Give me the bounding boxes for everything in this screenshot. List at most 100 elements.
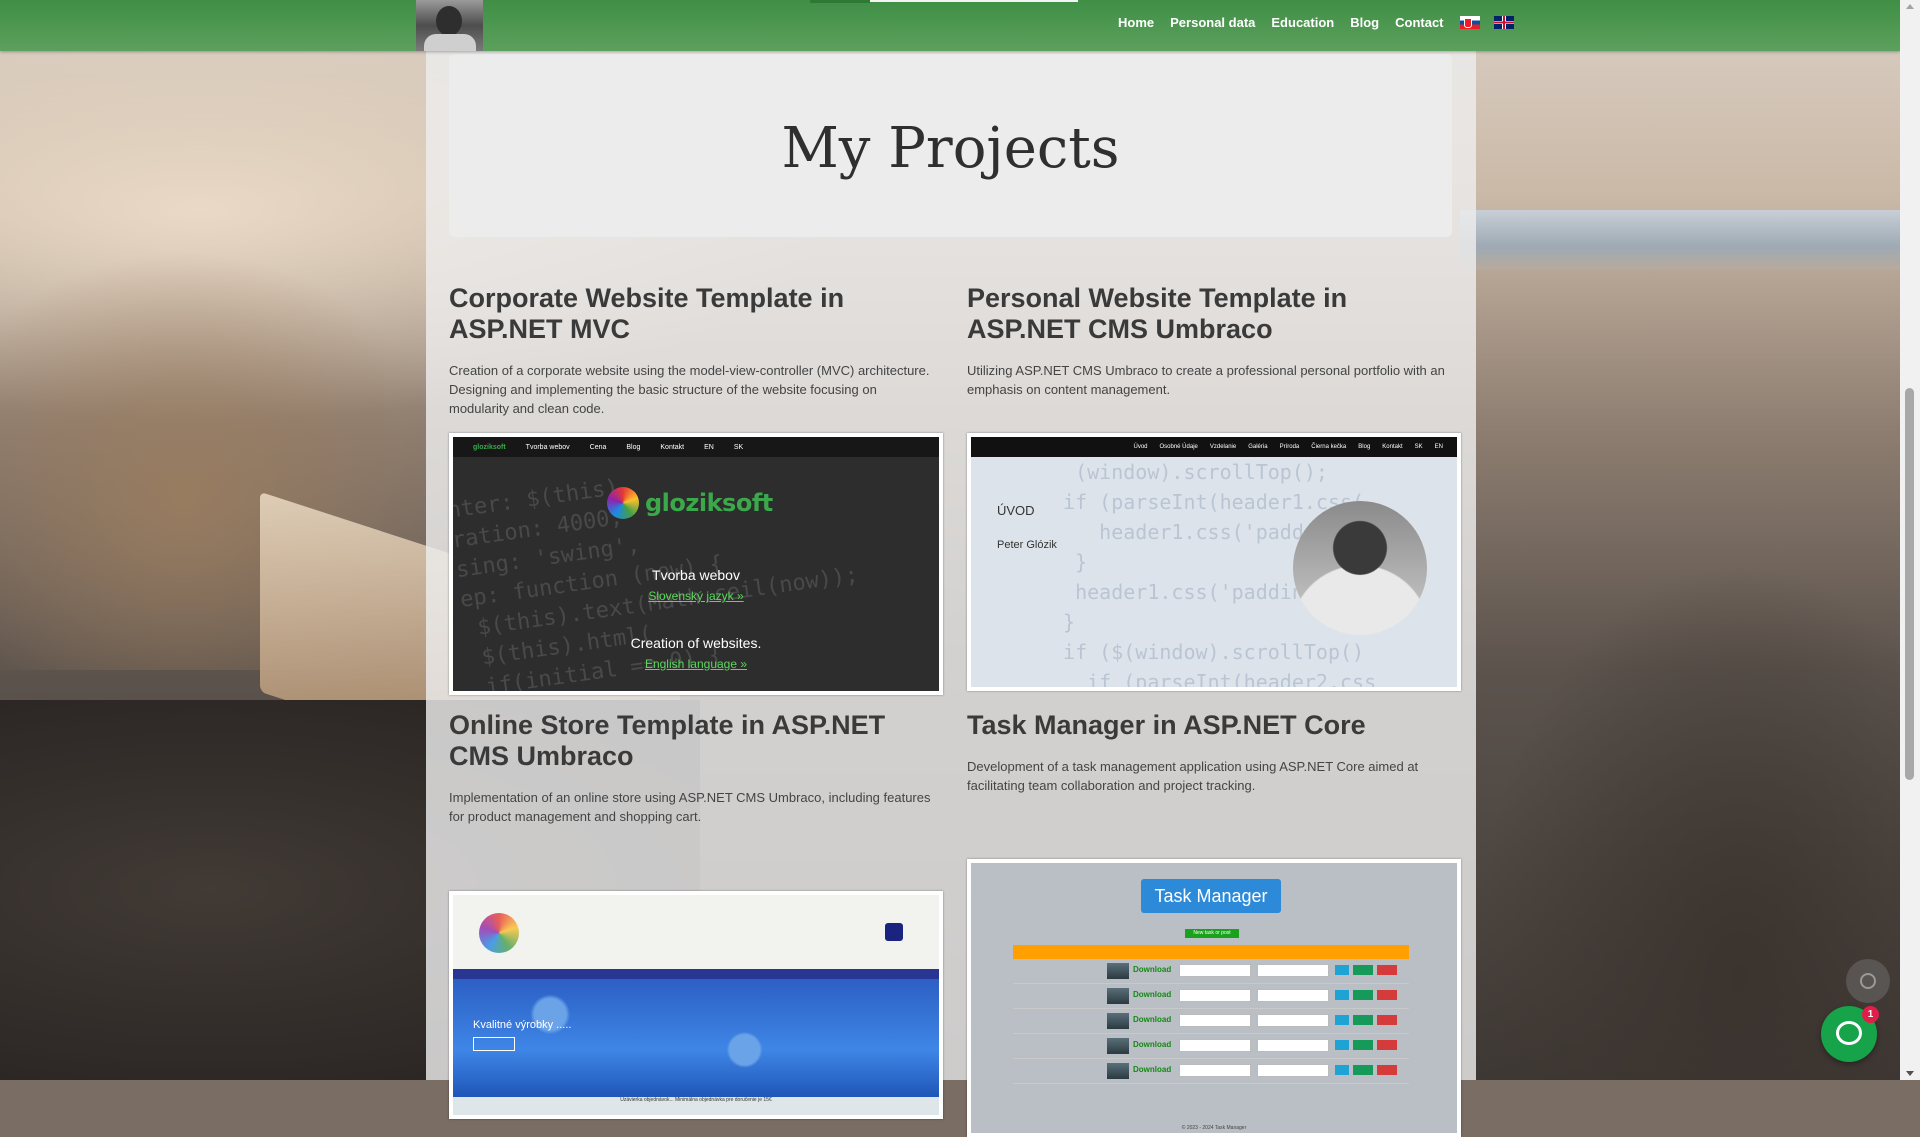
nav-indicator (810, 0, 870, 3)
store-hero-text: Kvalitné výrobky ..... (473, 1019, 572, 1031)
delete-button (1377, 965, 1397, 975)
table-row: Download (1013, 959, 1409, 984)
page-title: My Projects (781, 116, 1120, 181)
task-table: Download Download Download Download Down… (1013, 945, 1409, 1084)
project-screenshot-store[interactable]: Kvalitné výrobky ..... Uzávierka objedná… (449, 891, 943, 1119)
scroll-up-arrow-icon[interactable] (1906, 4, 1914, 9)
store-menu-bar (453, 969, 939, 979)
screenshot-link-sk: Slovenský jazyk » (648, 589, 744, 603)
notes-cell (1257, 964, 1329, 977)
avatar[interactable] (416, 0, 483, 51)
edit-button (1335, 1015, 1349, 1025)
project-title: Corporate Website Template in ASP.NET MV… (449, 283, 845, 344)
avatar-head (436, 6, 462, 36)
english-flag-icon[interactable] (1493, 16, 1514, 29)
screenshot-menu-item: Príroda (1279, 444, 1300, 450)
nav-education[interactable]: Education (1271, 14, 1334, 32)
task-cell (1179, 1014, 1251, 1027)
screenshot-menu-item: Čierna kečka (1311, 444, 1347, 450)
file-thumbnail (1107, 1063, 1129, 1079)
project-card-corporate: Corporate Website Template in ASP.NET MV… (449, 283, 939, 418)
portrait-photo (1293, 501, 1427, 635)
details-button (1353, 965, 1373, 975)
screenshot-menu-item: EN (704, 443, 714, 451)
project-description: Implementation of an online store using … (449, 790, 931, 824)
chat-notification-badge: 1 (1862, 1006, 1879, 1023)
screenshot-brand: gloziksoft (473, 443, 506, 451)
store-hero-button (473, 1037, 515, 1051)
table-row: Download (1013, 984, 1409, 1009)
download-link: Download (1133, 965, 1172, 974)
screenshot-name: Peter Glózik (997, 539, 1057, 551)
table-row: Download (1013, 1059, 1409, 1084)
task-table-header (1013, 945, 1409, 959)
nav-contact[interactable]: Contact (1395, 14, 1443, 32)
store-header (453, 895, 939, 969)
scroll-thumb[interactable] (1905, 388, 1914, 780)
nav-indicator-light (870, 0, 1078, 2)
project-description: Creation of a corporate website using th… (449, 363, 930, 416)
page-scrollbar[interactable] (1900, 0, 1920, 1080)
screenshot-heading: ÚVOD (997, 503, 1035, 518)
screenshot-menu-item: Blog (626, 443, 641, 451)
screenshot-menu-item: SK (1414, 444, 1423, 450)
nav-home[interactable]: Home (1118, 14, 1154, 32)
table-row: Download (1013, 1034, 1409, 1059)
nav-blog[interactable]: Blog (1350, 14, 1379, 32)
project-screenshot-task-manager[interactable]: Task Manager New task or post Download D… (967, 859, 1461, 1137)
task-cell (1179, 1039, 1251, 1052)
project-title: Online Store Template in ASP.NET CMS Umb… (449, 710, 886, 771)
gloziksoft-logo-text: gloziksoft (645, 489, 773, 517)
screenshot-menu-item: Tvorba webov (525, 443, 570, 451)
nav-links: Home Personal data Education Blog Contac… (1118, 14, 1528, 32)
notes-cell (1257, 1064, 1329, 1077)
edit-button (1335, 1065, 1349, 1075)
cart-icon (885, 923, 903, 941)
details-button (1353, 1065, 1373, 1075)
chat-button[interactable]: 1 (1821, 1006, 1879, 1062)
task-cell (1179, 989, 1251, 1002)
scroll-down-arrow-icon[interactable] (1906, 1071, 1914, 1076)
project-screenshot-corporate[interactable]: nter: $(this). ration: 4000, sing: 'swin… (449, 433, 943, 695)
screenshot-menu-item: Úvod (1133, 444, 1148, 450)
notes-cell (1257, 989, 1329, 1002)
screenshot-link-en: English language » (644, 657, 748, 671)
details-button (1353, 990, 1373, 1000)
download-link: Download (1133, 990, 1172, 999)
store-logo-icon (479, 913, 519, 953)
delete-button (1377, 1040, 1397, 1050)
scroll-to-top-button[interactable] (1846, 959, 1890, 1003)
notes-cell (1257, 1014, 1329, 1027)
screenshot-menu-item: EN (1434, 444, 1443, 450)
project-screenshot-personal[interactable]: (window).scrollTop(); if (parseInt(heade… (967, 433, 1461, 691)
project-card-task-manager: Task Manager in ASP.NET Core Development… (967, 710, 1457, 795)
edit-button (1335, 990, 1349, 1000)
avatar-shirt (424, 34, 476, 51)
file-thumbnail (1107, 1013, 1129, 1029)
table-row: Download (1013, 1009, 1409, 1034)
screenshot-heading-sk: Tvorba webov (652, 567, 740, 583)
download-link: Download (1133, 1015, 1172, 1024)
background-sand-right (1470, 560, 1920, 1080)
project-card-personal: Personal Website Template in ASP.NET CMS… (967, 283, 1457, 399)
details-button (1353, 1040, 1373, 1050)
download-link: Download (1133, 1065, 1172, 1074)
screenshot-menu-item: Cena (589, 443, 607, 451)
task-cell (1179, 964, 1251, 977)
store-hero: Kvalitné výrobky ..... (453, 979, 939, 1097)
delete-button (1377, 1065, 1397, 1075)
project-description: Utilizing ASP.NET CMS Umbraco to create … (967, 363, 1445, 397)
project-card-store: Online Store Template in ASP.NET CMS Umb… (449, 710, 939, 826)
task-manager-title: Task Manager (1141, 879, 1281, 913)
nav-personal-data[interactable]: Personal data (1170, 14, 1255, 32)
slovak-flag-icon[interactable] (1459, 16, 1480, 29)
task-manager-footer: © 2023 - 2024 Task Manager (1181, 1125, 1247, 1131)
edit-button (1335, 965, 1349, 975)
screenshot-heading-en: Creation of websites. (630, 635, 762, 651)
gloziksoft-logo-icon (607, 487, 639, 519)
delete-button (1377, 990, 1397, 1000)
download-link: Download (1133, 1040, 1172, 1049)
edit-button (1335, 1040, 1349, 1050)
code-background: nter: $(this). ration: 4000, sing: 'swin… (449, 473, 860, 695)
project-description: Development of a task management applica… (967, 759, 1419, 793)
